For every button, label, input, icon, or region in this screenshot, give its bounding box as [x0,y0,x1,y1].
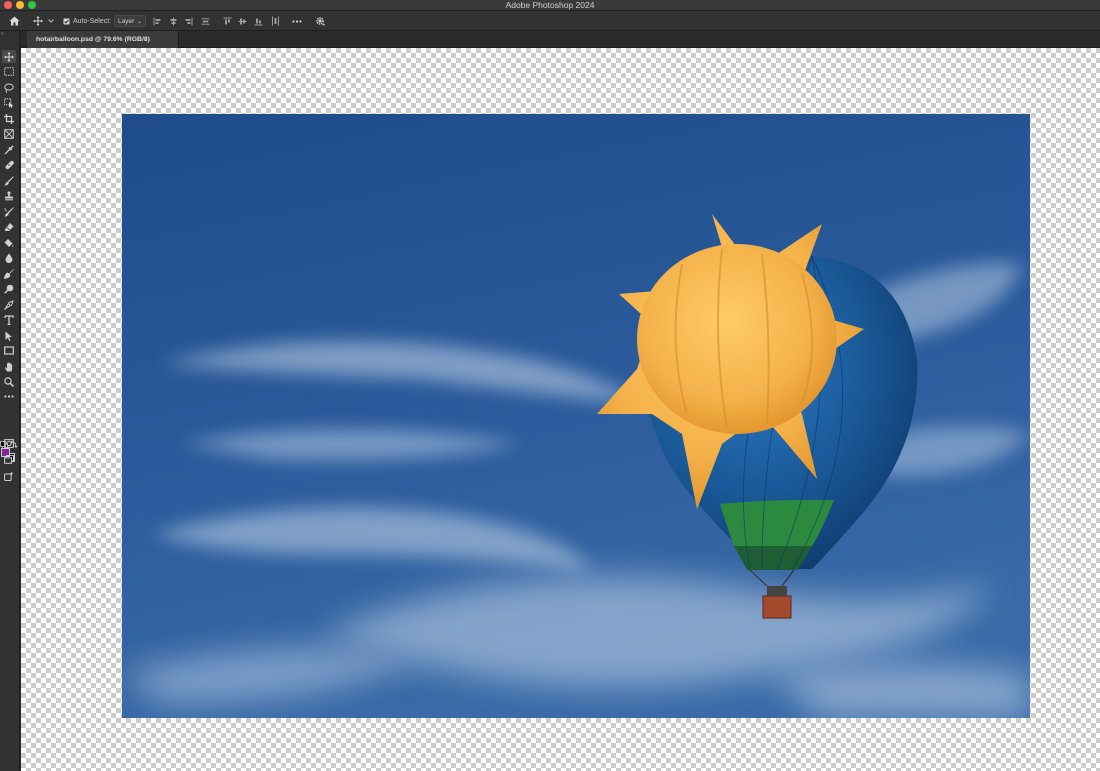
tool-brush[interactable] [2,174,16,187]
home-button[interactable] [6,11,22,31]
window-title: Adobe Photoshop 2024 [505,0,595,10]
align-bottom-edges-icon [254,18,263,25]
hand-icon [4,362,13,371]
distribute-horizontal-button[interactable] [201,11,210,31]
smudge-icon [4,268,14,279]
auto-select-target-value: Layer [118,17,135,25]
align-left-edges-button[interactable] [153,11,162,31]
tool-frame[interactable] [2,127,16,140]
history-brush-icon [4,206,14,217]
marquee-icon [4,67,14,76]
tool-hand[interactable] [2,360,16,373]
tool-screen-mode[interactable] [2,453,16,466]
align-left-edges-icon [153,17,161,25]
zoom-icon [4,376,14,387]
tool-spot-healing-brush[interactable] [2,158,16,171]
options-bar: Auto-Select: Layer ⌄ [0,11,1100,31]
auto-select-checkbox[interactable] [62,11,70,31]
auto-select-label: Auto-Select: [73,17,112,25]
more-options-icon [4,395,14,398]
crop-icon [4,113,14,124]
tool-preset-dropdown[interactable] [47,11,55,31]
object-selection-icon [4,97,14,108]
tool-zoom[interactable] [2,375,16,388]
title-bar: Adobe Photoshop 2024 [0,0,1100,11]
align-horizontal-centers-icon [170,17,177,25]
tool-move[interactable] [2,50,16,63]
document-tab-bar: hotairballoon.psd @ 79.6% (RGB/8) [21,31,1100,48]
quick-mask-icon [4,439,14,448]
tool-eyedropper[interactable] [2,143,16,156]
align-vertical-centers-button[interactable] [238,11,247,31]
more-options-icon [292,19,302,23]
rectangle-icon [4,346,14,355]
align-right-edges-button[interactable] [184,11,193,31]
tool-type[interactable] [2,313,16,326]
eyedropper-icon [4,144,14,155]
document-tab[interactable]: hotairballoon.psd @ 79.6% (RGB/8) [27,31,179,48]
healing-brush-icon [5,160,14,169]
tool-paint-bucket[interactable] [2,236,16,249]
auto-select-target-dropdown[interactable]: Layer ⌄ [114,15,146,27]
align-vertical-centers-icon [238,18,247,24]
tool-crop[interactable] [2,112,16,125]
home-icon [9,16,19,26]
chevron-down-icon: ⌄ [136,19,142,25]
collapse-panel-icon[interactable]: » [1,31,4,37]
tool-clone-stamp[interactable] [2,189,16,202]
generative-fill-icon [4,471,14,481]
tool-quick-mask[interactable] [2,437,16,450]
tool-dodge[interactable] [2,282,16,295]
settings-button[interactable] [314,11,326,31]
tool-lasso[interactable] [2,81,16,94]
tool-path-selection[interactable] [2,329,16,342]
more-options-button[interactable] [292,11,302,31]
tool-smudge[interactable] [2,267,16,280]
balloon-basket [762,595,792,619]
distribute-vertical-icon [272,16,279,26]
tool-eraser[interactable] [2,220,16,233]
move-tool-preset[interactable] [32,11,44,31]
tool-edit-toolbar[interactable] [2,390,16,403]
eraser-icon [4,222,14,231]
stamp-icon [5,190,13,200]
tool-rectangular-marquee[interactable] [2,65,16,78]
blur-drop-icon [5,253,13,263]
align-top-edges-button[interactable] [223,11,232,31]
path-selection-icon [5,331,12,341]
align-right-edges-icon [185,17,193,25]
move-tool-icon [4,51,14,62]
distribute-icon [201,17,210,25]
tool-generative-fill[interactable] [2,469,16,482]
tool-object-selection[interactable] [2,96,16,109]
align-top-edges-icon [223,17,232,24]
tool-rectangle[interactable] [2,344,16,357]
tools-panel: » [0,31,20,771]
document-canvas-photo[interactable] [122,114,1030,718]
lasso-icon [4,83,14,93]
tool-blur[interactable] [2,251,16,264]
paint-bucket-icon [4,238,14,247]
move-tool-icon [33,16,43,26]
chevron-down-icon [48,19,54,23]
tool-pen[interactable] [2,298,16,311]
gear-icon [316,17,325,26]
tool-history-brush[interactable] [2,205,16,218]
canvas-area[interactable] [21,48,1100,771]
align-bottom-edges-button[interactable] [254,11,263,31]
dodge-icon [4,284,14,294]
distribute-vertical-button[interactable] [271,11,280,31]
screen-mode-icon [4,455,14,464]
pen-icon [4,299,14,310]
align-horizontal-centers-button[interactable] [169,11,178,31]
checkbox-checked-icon [63,18,69,24]
frame-icon [4,128,14,139]
type-icon [4,314,14,325]
brush-icon [4,175,14,186]
